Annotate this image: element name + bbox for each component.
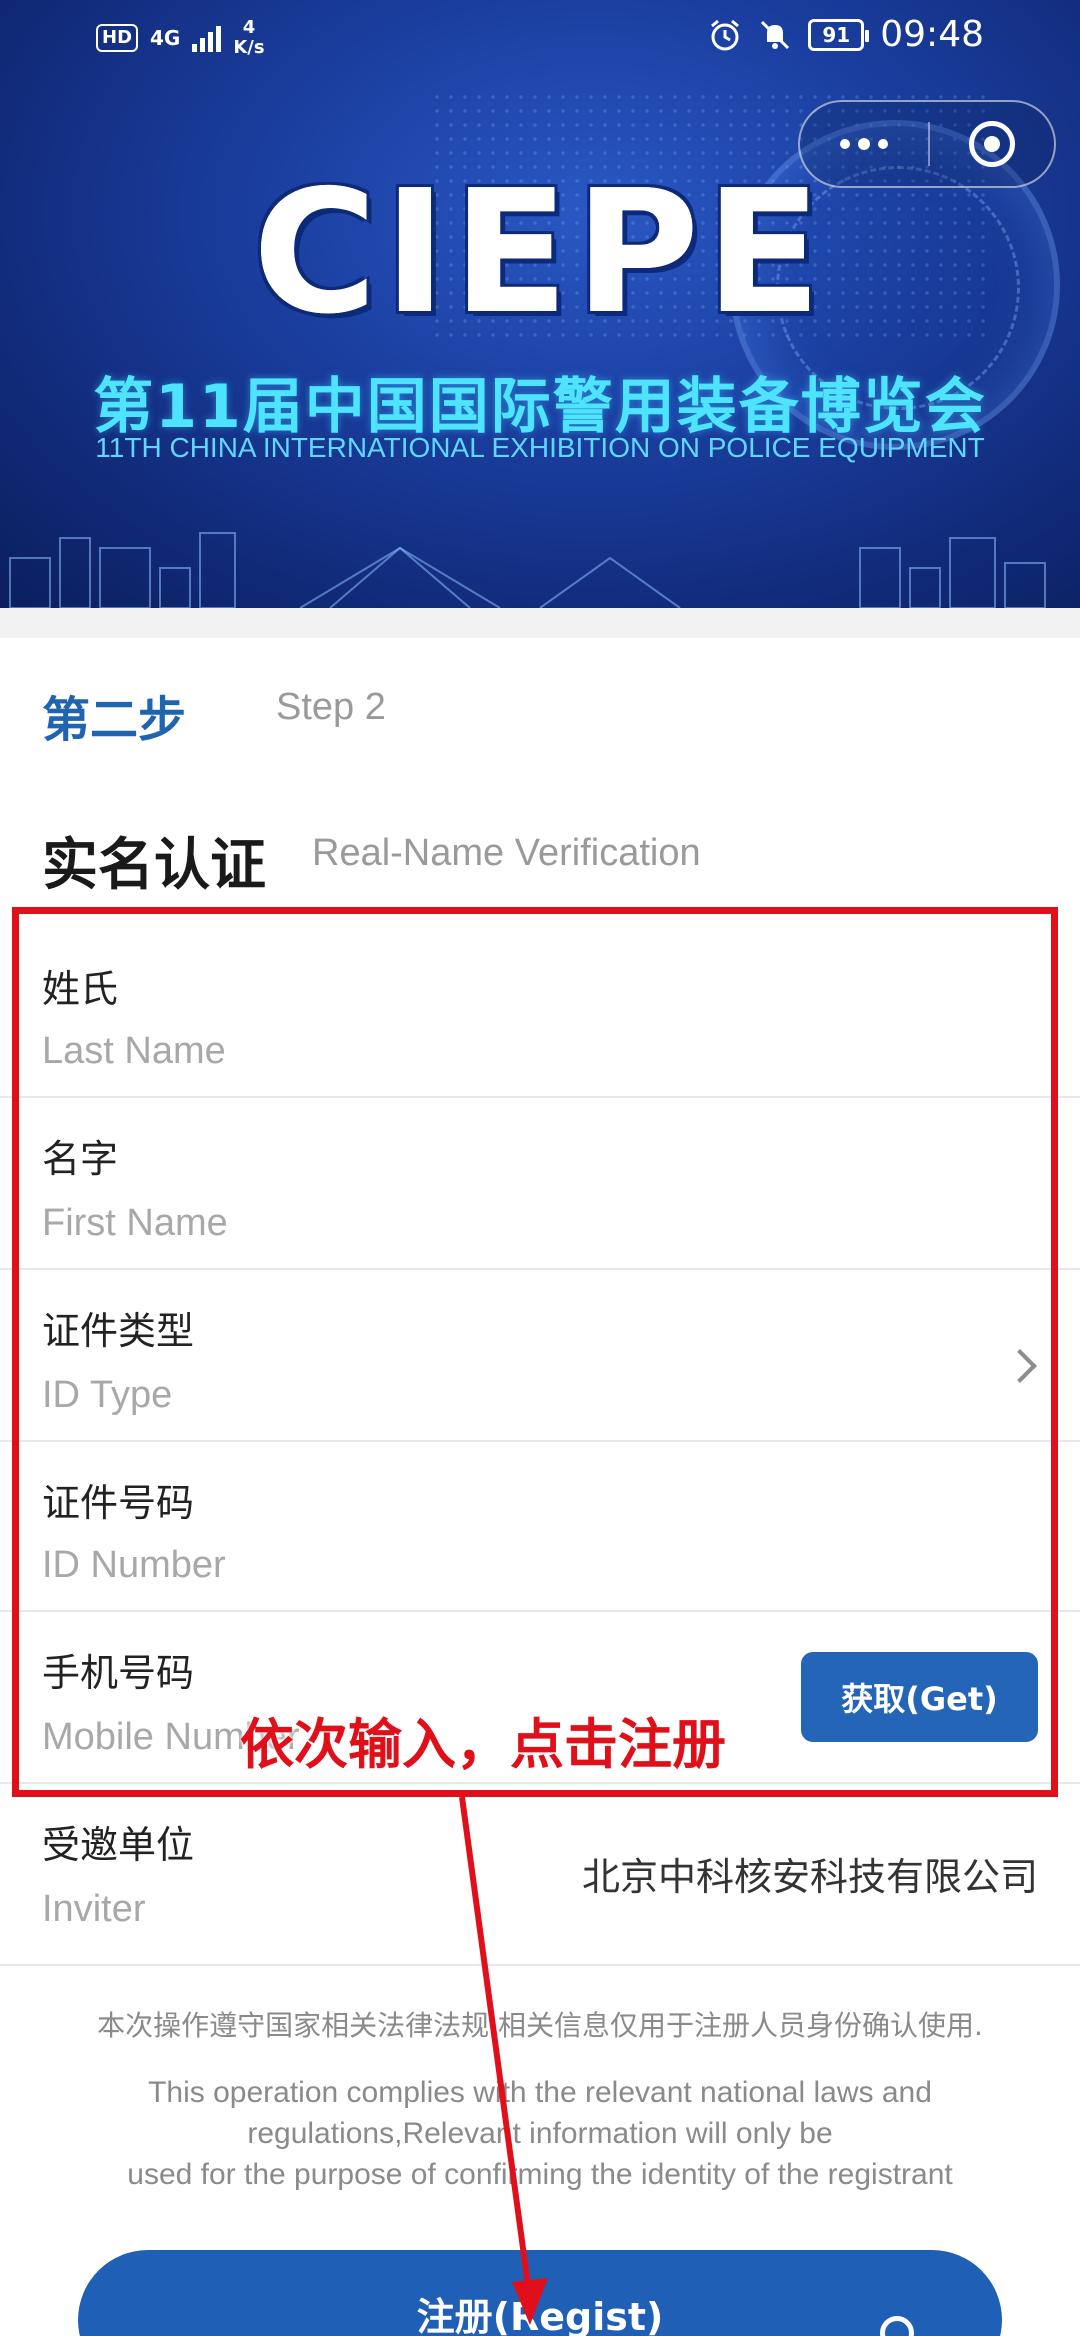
- close-miniprogram-button[interactable]: [930, 102, 1054, 186]
- network-type: 4G: [150, 26, 181, 50]
- more-options-icon[interactable]: [800, 102, 928, 186]
- alarm-icon: [711, 19, 740, 50]
- ciepe-logo: CIEPE: [252, 154, 828, 352]
- inviter-sublabel: Inviter: [42, 1888, 146, 1930]
- first-name-input[interactable]: First Name: [42, 1202, 228, 1245]
- status-bar: HD 4G 4 K/s 91 09:48: [0, 0, 1080, 80]
- first-name-label: 名字: [42, 1137, 119, 1181]
- id-number-input[interactable]: ID Number: [42, 1544, 226, 1587]
- id-type-label: 证件类型: [42, 1309, 195, 1353]
- city-skyline-graphic: [9, 532, 1046, 608]
- step-title-cn: 第二步: [42, 692, 187, 748]
- network-speed: 4 K/s: [233, 18, 264, 58]
- id-type-select[interactable]: ID Type: [42, 1374, 172, 1417]
- header-banner: CIEPE 第11届中国国际警用装备博览会 11TH CHINA INTERNA…: [0, 0, 1080, 608]
- chevron-right-icon[interactable]: [1003, 1349, 1037, 1383]
- clock: 09:48: [880, 14, 984, 55]
- target-icon: [969, 121, 1015, 167]
- signal-icon: [192, 24, 222, 52]
- mobile-label: 手机号码: [42, 1651, 195, 1695]
- network-speed-value: 4: [242, 17, 256, 38]
- id-type-field[interactable]: 证件类型 ID Type: [0, 1270, 1080, 1442]
- last-name-label: 姓氏: [42, 967, 119, 1011]
- inviter-value: 北京中科核安科技有限公司: [581, 1855, 1038, 1899]
- notice-en-line1: This operation complies with the relevan…: [148, 2076, 932, 2109]
- notice-en-line3: used for the purpose of confirming the i…: [127, 2158, 953, 2191]
- network-speed-unit: K/s: [233, 37, 265, 58]
- banner-title-en: 11TH CHINA INTERNATIONAL EXHIBITION ON P…: [95, 432, 985, 463]
- last-name-field[interactable]: 姓氏 Last Name: [0, 912, 1080, 1098]
- notice-cn: 本次操作遵守国家相关法律法规,相关信息仅用于注册人员身份确认使用.: [97, 2009, 983, 2042]
- mute-bell-icon: [761, 20, 790, 49]
- status-bar-left: HD 4G 4 K/s: [96, 18, 265, 58]
- annotation-instruction: 依次输入，点击注册: [240, 1713, 726, 1776]
- id-number-label: 证件号码: [42, 1481, 195, 1525]
- last-name-input[interactable]: Last Name: [42, 1030, 226, 1073]
- first-name-field[interactable]: 名字 First Name: [0, 1098, 1080, 1270]
- hd-indicator: HD: [96, 24, 139, 52]
- status-bar-right: 91 09:48: [708, 14, 984, 55]
- section-title-cn: 实名认证: [42, 833, 266, 898]
- section-divider: [0, 608, 1080, 638]
- battery-icon: 91: [808, 18, 870, 51]
- section-title-en: Real-Name Verification: [312, 832, 701, 874]
- mini-program-capsule: [798, 100, 1056, 188]
- step-title-en: Step 2: [276, 686, 386, 728]
- register-button[interactable]: 注册(Regist): [78, 2250, 1002, 2336]
- get-code-button[interactable]: 获取(Get): [801, 1652, 1038, 1742]
- id-number-field[interactable]: 证件号码 ID Number: [0, 1442, 1080, 1612]
- notice-en-line2: regulations,Relevant information will on…: [247, 2117, 833, 2150]
- inviter-label: 受邀单位: [42, 1823, 195, 1867]
- notice-en: This operation complies with the relevan…: [60, 2072, 1020, 2195]
